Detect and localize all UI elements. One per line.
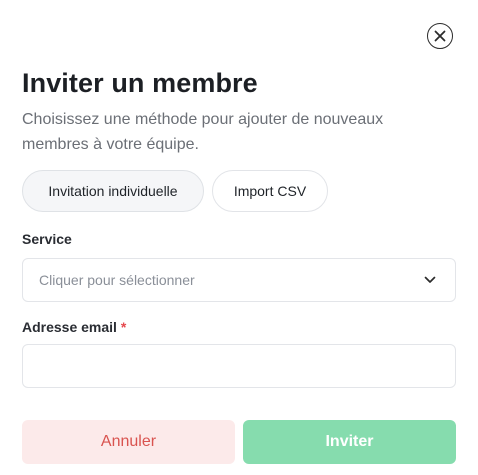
chevron-down-icon [423, 273, 437, 287]
invite-member-dialog: Inviter un membre Choisissez une méthode… [0, 0, 478, 475]
dialog-title: Inviter un membre [22, 68, 258, 98]
service-label: Service [22, 231, 72, 247]
email-label-text: Adresse email [22, 319, 117, 335]
close-button[interactable] [427, 23, 453, 49]
cancel-button[interactable]: Annuler [22, 420, 235, 464]
tab-csv-import[interactable]: Import CSV [212, 170, 328, 212]
email-field[interactable] [22, 344, 456, 388]
dialog-subtitle: Choisissez une méthode pour ajouter de n… [22, 111, 384, 153]
service-placeholder: Cliquer pour sélectionner [39, 272, 195, 288]
email-label: Adresse email * [22, 319, 126, 335]
invite-button[interactable]: Inviter [243, 420, 456, 464]
required-marker: * [120, 319, 127, 335]
service-select[interactable]: Cliquer pour sélectionner [22, 258, 456, 302]
close-icon [434, 30, 446, 42]
tab-individual-invitation[interactable]: Invitation individuelle [22, 170, 204, 212]
method-tabs: Invitation individuelle Import CSV [22, 170, 328, 212]
